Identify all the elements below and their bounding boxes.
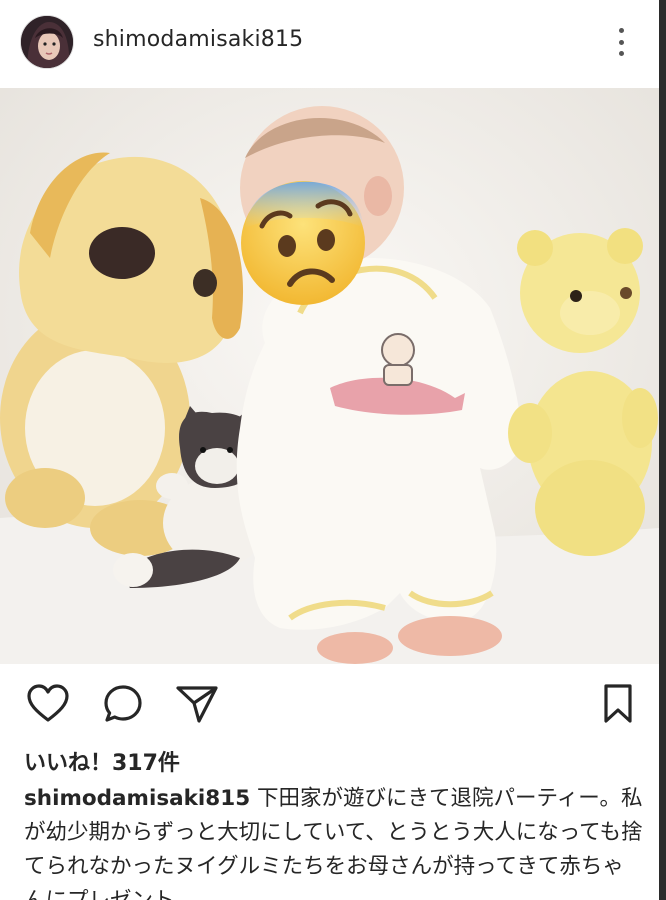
caption-username[interactable]: shimodamisaki815 bbox=[24, 786, 250, 811]
avatar[interactable] bbox=[20, 15, 74, 69]
post-caption: shimodamisaki815 下田家が遊びにきて退院パーティー。私が幼少期か… bbox=[24, 782, 644, 900]
like-count[interactable]: いいね！317件 bbox=[24, 745, 180, 777]
comment-icon[interactable] bbox=[99, 680, 147, 728]
post-image[interactable] bbox=[0, 88, 659, 664]
heart-icon[interactable] bbox=[24, 680, 72, 728]
scrollbar[interactable] bbox=[659, 0, 666, 900]
send-icon[interactable] bbox=[173, 680, 221, 728]
anxious-face-emoji bbox=[241, 181, 365, 305]
more-options-icon[interactable] bbox=[606, 24, 636, 60]
post-header: shimodamisaki815 bbox=[0, 0, 666, 88]
post-username[interactable]: shimodamisaki815 bbox=[93, 27, 303, 52]
action-bar bbox=[0, 664, 659, 742]
bookmark-icon[interactable] bbox=[594, 680, 642, 728]
